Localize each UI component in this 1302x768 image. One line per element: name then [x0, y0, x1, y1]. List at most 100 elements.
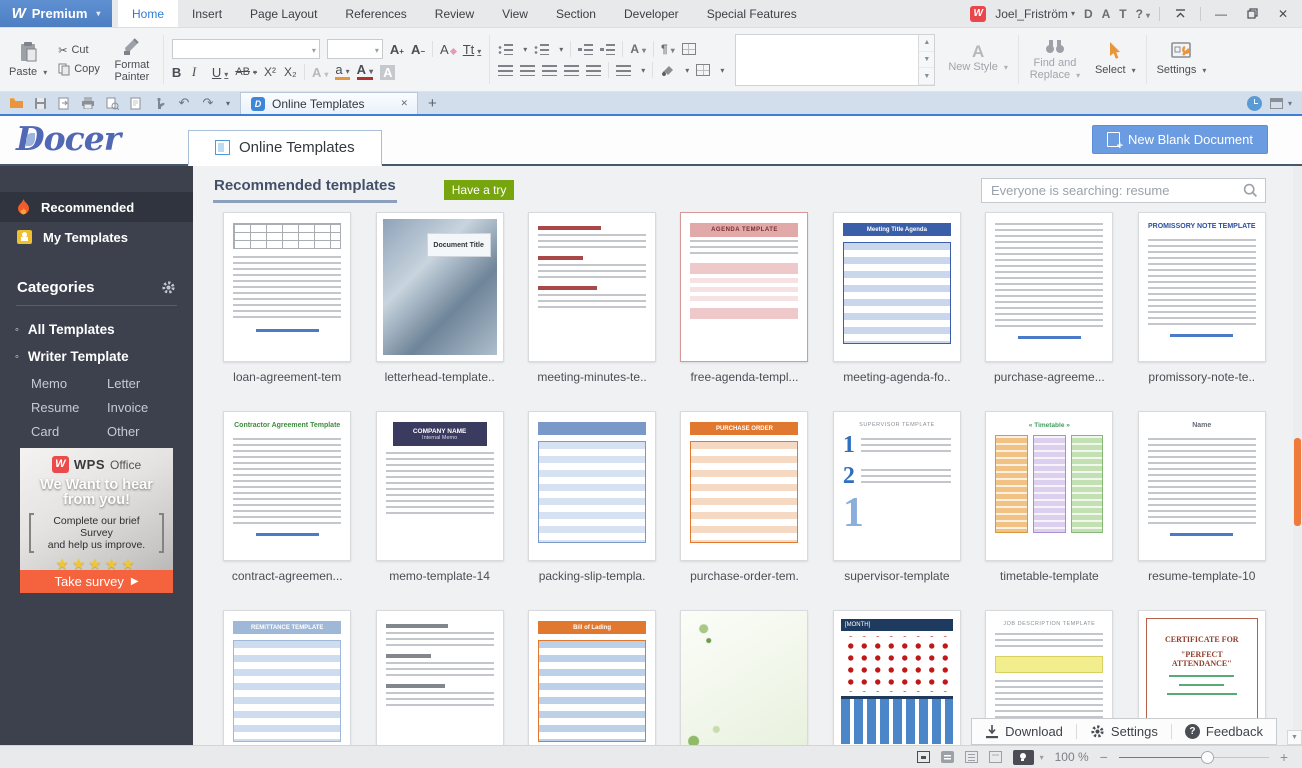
- insert-table-icon[interactable]: [682, 43, 696, 55]
- subcategory-card[interactable]: Card: [31, 424, 107, 439]
- clear-formatting-icon[interactable]: A: [440, 42, 456, 57]
- gallery-scroll-up-icon[interactable]: ▲: [919, 35, 934, 52]
- new-style-button[interactable]: A New Style ▾: [941, 30, 1015, 89]
- snapshot-icon[interactable]: A: [1102, 7, 1111, 21]
- template-card[interactable]: PURCHASE ORDERpurchase-order-tem.: [668, 411, 820, 583]
- subcategory-resume[interactable]: Resume: [31, 400, 107, 415]
- template-card[interactable]: AGENDA TEMPLATEfree-agenda-templ...: [668, 212, 820, 384]
- online-templates-page-tab[interactable]: Online Templates: [188, 130, 382, 166]
- sidebar-item-recommended[interactable]: Recommended: [0, 192, 193, 222]
- cloud-sync-icon[interactable]: [1247, 96, 1262, 111]
- quickbar-dropdown-icon[interactable]: ▾: [222, 92, 234, 114]
- character-scale-icon[interactable]: A▾: [630, 42, 646, 56]
- line-spacing-icon[interactable]: [616, 65, 631, 76]
- align-left-icon[interactable]: [498, 65, 513, 76]
- close-button[interactable]: ✕: [1272, 7, 1294, 21]
- template-card[interactable]: Bill of Lading: [516, 610, 668, 745]
- print-preview-icon[interactable]: [102, 94, 122, 112]
- template-card[interactable]: packing-slip-templa.: [516, 411, 668, 583]
- subcategory-letter[interactable]: Letter: [107, 376, 193, 391]
- template-card[interactable]: Meeting Title Agendameeting-agenda-fo..: [821, 212, 973, 384]
- superscript-button[interactable]: X²: [264, 65, 277, 79]
- underline-button[interactable]: U▾: [212, 65, 228, 80]
- category-all-templates[interactable]: ◦All Templates: [0, 316, 193, 343]
- zoom-slider[interactable]: [1119, 751, 1269, 764]
- menu-tab-review[interactable]: Review: [421, 0, 488, 27]
- menu-tab-developer[interactable]: Developer: [610, 0, 693, 27]
- template-card[interactable]: Nameresume-template-10: [1126, 411, 1278, 583]
- template-card[interactable]: « Timetable »timetable-template: [973, 411, 1125, 583]
- copy-button[interactable]: Copy: [58, 63, 100, 76]
- bold-button[interactable]: B: [172, 65, 185, 80]
- web-layout-view-icon[interactable]: [989, 751, 1002, 763]
- distribute-icon[interactable]: [586, 65, 601, 76]
- italic-button[interactable]: I: [192, 64, 205, 80]
- search-icon[interactable]: [1243, 183, 1258, 198]
- template-card[interactable]: [MONTH]: [821, 610, 973, 745]
- scroll-down-button[interactable]: ▼: [1287, 730, 1302, 745]
- find-icon[interactable]: [126, 94, 146, 112]
- highlight-color-button[interactable]: a▾: [335, 64, 349, 80]
- font-name-select[interactable]: ▾: [172, 39, 320, 59]
- cut-button[interactable]: ✂Cut: [58, 44, 100, 57]
- feedback-button[interactable]: ? Feedback: [1172, 719, 1276, 744]
- gallery-scroll-down-icon[interactable]: ▼: [919, 52, 934, 69]
- menu-tab-special-features[interactable]: Special Features: [693, 0, 811, 27]
- fit-page-view-icon[interactable]: [917, 751, 930, 763]
- zoom-out-button[interactable]: −: [1100, 751, 1108, 763]
- outline-view-icon[interactable]: [965, 751, 978, 763]
- template-card[interactable]: PROMISSORY NOTE TEMPLATEpromissory-note-…: [1126, 212, 1278, 384]
- undo-icon[interactable]: ↶: [174, 94, 194, 112]
- new-tab-button[interactable]: +: [418, 92, 447, 114]
- subscript-button[interactable]: X₂: [284, 65, 297, 79]
- decrease-indent-icon[interactable]: [578, 44, 593, 55]
- menu-tab-section[interactable]: Section: [542, 0, 610, 27]
- open-file-icon[interactable]: [6, 94, 26, 112]
- gear-icon[interactable]: [161, 280, 176, 295]
- settings-button-overlay[interactable]: Settings: [1077, 719, 1171, 744]
- template-card[interactable]: [363, 610, 515, 745]
- save-icon[interactable]: [30, 94, 50, 112]
- have-a-try-button[interactable]: Have a try: [444, 180, 515, 200]
- template-card[interactable]: meeting-minutes-te..: [516, 212, 668, 384]
- text-effects-button[interactable]: A▾: [312, 65, 328, 80]
- collapse-ribbon-button[interactable]: [1169, 9, 1191, 19]
- zoom-in-button[interactable]: +: [1280, 751, 1288, 763]
- settings-button[interactable]: Settings ▾: [1150, 30, 1214, 89]
- zoom-slider-thumb[interactable]: [1201, 751, 1214, 764]
- vertical-scrollbar[interactable]: [1293, 166, 1302, 745]
- template-card[interactable]: SUPERVISOR TEMPLATE121supervisor-templat…: [821, 411, 973, 583]
- template-card[interactable]: [668, 610, 820, 745]
- gallery-expand-icon[interactable]: ▼: [919, 68, 934, 85]
- style-gallery[interactable]: ▲ ▼ ▼: [735, 34, 935, 86]
- style-gallery-scroll[interactable]: ▲ ▼ ▼: [918, 35, 934, 85]
- export-pdf-icon[interactable]: [54, 94, 74, 112]
- paragraph-mark-icon[interactable]: ¶▾: [661, 42, 675, 56]
- redo-icon[interactable]: ↷: [198, 94, 218, 112]
- print-icon[interactable]: [78, 94, 98, 112]
- strikethrough-button[interactable]: AB▾: [235, 66, 257, 78]
- template-card[interactable]: Document Titleletterhead-template..: [363, 212, 515, 384]
- increase-font-icon[interactable]: A+: [390, 42, 404, 57]
- premium-menu-button[interactable]: W Premium ▾: [0, 0, 112, 27]
- document-tab-online-templates[interactable]: D Online Templates ✕: [240, 92, 418, 114]
- help-icon[interactable]: ?▾: [1136, 7, 1150, 21]
- download-button[interactable]: Download: [972, 719, 1076, 744]
- increase-indent-icon[interactable]: [600, 44, 615, 55]
- menu-tab-references[interactable]: References: [331, 0, 420, 27]
- page-view-icon[interactable]: [941, 751, 954, 763]
- hand-tool-icon[interactable]: [150, 94, 170, 112]
- subcategory-invoice[interactable]: Invoice: [107, 400, 193, 415]
- template-card[interactable]: COMPANY NAMEInternal Memomemo-template-1…: [363, 411, 515, 583]
- eye-protection-button[interactable]: ▾: [1013, 750, 1044, 765]
- format-painter-button[interactable]: Format Painter: [104, 30, 160, 89]
- select-button[interactable]: Select ▾: [1088, 30, 1143, 89]
- justify-icon[interactable]: [564, 65, 579, 76]
- menu-tab-insert[interactable]: Insert: [178, 0, 236, 27]
- borders-icon[interactable]: [696, 64, 710, 76]
- survey-ad[interactable]: W WPS Office We Want to hear from you! C…: [20, 448, 173, 593]
- subcategory-memo[interactable]: Memo: [31, 376, 107, 391]
- new-blank-document-button[interactable]: New Blank Document: [1092, 125, 1268, 154]
- scrollbar-thumb[interactable]: [1294, 438, 1301, 526]
- category-writer-template[interactable]: ◦Writer Template: [0, 343, 193, 370]
